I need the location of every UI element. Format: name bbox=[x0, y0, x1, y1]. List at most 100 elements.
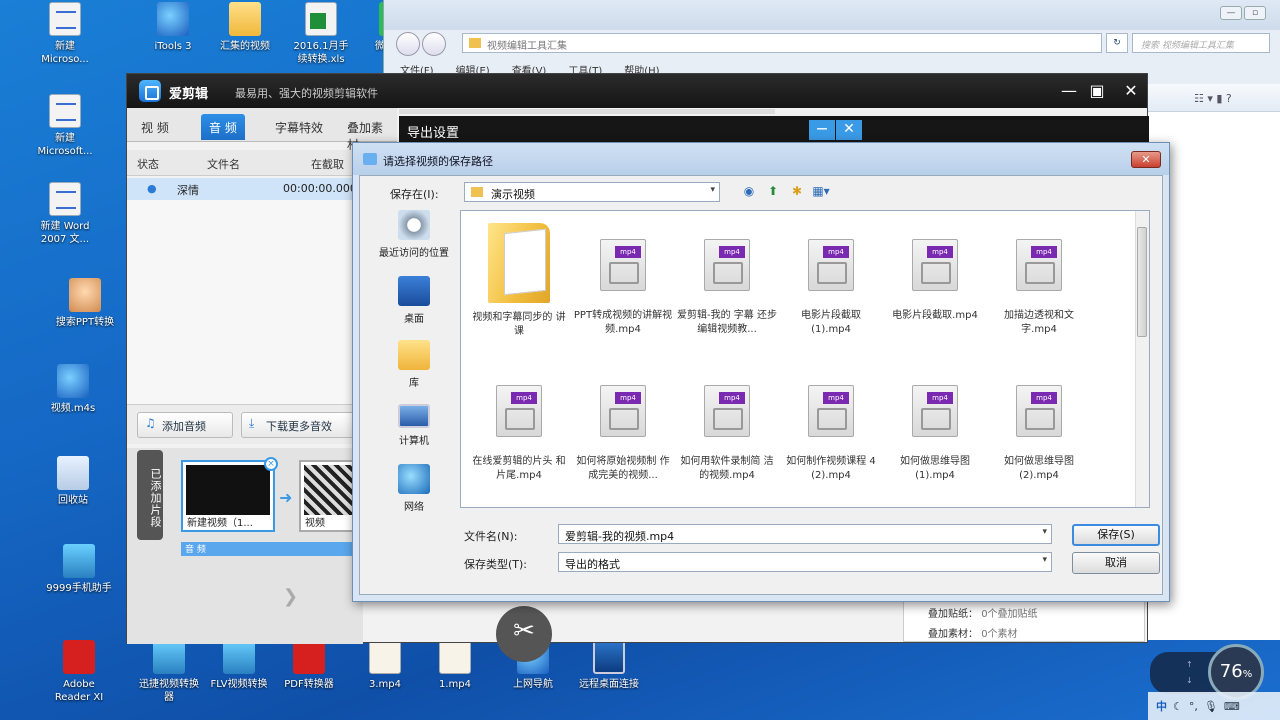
desktop-icon-label: 3.mp4 bbox=[369, 679, 401, 690]
library-icon bbox=[398, 340, 430, 370]
filetype-select[interactable]: 导出的格式 ▾ bbox=[558, 552, 1052, 572]
desktop-icon-item[interactable]: 汇集的视频 bbox=[212, 0, 278, 76]
scrollbar[interactable] bbox=[1135, 211, 1149, 507]
desktop-icon-label: 新建 Microso... bbox=[41, 41, 89, 65]
audio-table-header: 状态 文件名 在截取 bbox=[127, 150, 363, 176]
export-minimize-button[interactable]: — bbox=[809, 120, 835, 140]
desktop-icon-item[interactable]: 1.mp4 bbox=[422, 638, 488, 714]
ime-icon[interactable]: 中 bbox=[1156, 698, 1167, 714]
desktop-icon-item[interactable]: 迅捷视频转换器 bbox=[136, 638, 202, 714]
desktop-icon-item[interactable]: 新建 Microso... bbox=[32, 0, 98, 76]
desktop-icon-item[interactable]: iTools 3 bbox=[140, 0, 206, 76]
video-file-icon bbox=[912, 385, 958, 437]
file-item[interactable]: 电影片段截取 (1).mp4 bbox=[779, 215, 883, 365]
desktop-icon-item[interactable]: 新建 Word 2007 文... bbox=[32, 180, 98, 256]
clip-delete-icon[interactable]: × bbox=[264, 457, 278, 471]
filename-input[interactable]: 爱剪辑-我的视频.mp4 ▾ bbox=[558, 524, 1052, 544]
back-icon[interactable]: ◉ bbox=[740, 182, 758, 200]
desktop-icon-item[interactable]: PDF转换器 bbox=[276, 638, 342, 714]
desktop-icon-item[interactable]: 回收站 bbox=[40, 454, 106, 530]
desktop-icon-label: 搜索PPT转换 bbox=[55, 317, 115, 328]
desktop-icon-item[interactable]: FLV视频转换 bbox=[206, 638, 272, 714]
download-effects-label: 下载更多音效 bbox=[266, 420, 332, 433]
desktop-icon-label: 2016.1月手 续转换.xls bbox=[293, 41, 349, 65]
file-item[interactable]: 如何制作视频课程 4 (2).mp4 bbox=[779, 361, 883, 511]
tab-overlay[interactable]: 叠加素材 bbox=[339, 114, 397, 152]
desktop-icon-item[interactable]: 搜索PPT转换 bbox=[52, 276, 118, 352]
punctuation-icon[interactable]: °, bbox=[1189, 700, 1198, 713]
network-icon bbox=[398, 464, 430, 494]
desktop-icon-item[interactable]: 远程桌面连接 bbox=[576, 638, 642, 714]
desktop-icon-item[interactable]: 2016.1月手 续转换.xls bbox=[288, 0, 354, 76]
file-name: 电影片段截取 (1).mp4 bbox=[801, 310, 861, 335]
added-clips-tab[interactable]: 已添加片段 bbox=[137, 450, 163, 540]
address-bar[interactable]: 视频编辑工具汇集 bbox=[462, 33, 1102, 53]
file-item[interactable]: 在线爱剪辑的片头 和片尾.mp4 bbox=[467, 361, 571, 511]
file-item[interactable]: PPT转成视频的讲解视频.mp4 bbox=[571, 215, 675, 365]
minimize-icon[interactable]: — bbox=[1057, 81, 1081, 100]
scissors-icon[interactable]: ✂ bbox=[496, 606, 552, 662]
export-close-button[interactable]: ✕ bbox=[836, 120, 862, 140]
restore-icon[interactable]: ▣ bbox=[1085, 81, 1109, 100]
file-item[interactable]: 电影片段截取.mp4 bbox=[883, 215, 987, 365]
file-item[interactable]: 如何用软件录制简 洁的视频.mp4 bbox=[675, 361, 779, 511]
save-in-select[interactable]: 演示视频 ▾ bbox=[464, 182, 720, 202]
keyboard-icon[interactable]: ⌨ bbox=[1224, 700, 1240, 713]
save-dialog-close-button[interactable]: ✕ bbox=[1131, 151, 1161, 168]
chevron-down-icon: ▾ bbox=[710, 185, 715, 195]
explorer-maximize-button[interactable]: ▫ bbox=[1244, 6, 1266, 20]
folder-icon bbox=[229, 2, 261, 36]
back-button[interactable] bbox=[396, 32, 420, 56]
place-computer[interactable]: 计算机 bbox=[370, 404, 458, 447]
forward-button[interactable] bbox=[422, 32, 446, 56]
app-icon bbox=[223, 640, 255, 674]
up-folder-icon[interactable]: ⬆ bbox=[764, 182, 782, 200]
table-row[interactable]: ● 深情 00:00:00.000 bbox=[127, 178, 363, 200]
file-item[interactable]: 如何做思维导图 (1).mp4 bbox=[883, 361, 987, 511]
save-button[interactable]: 保存(S) bbox=[1072, 524, 1160, 546]
save-dialog-titlebar: 请选择视频的保存路径 ✕ bbox=[353, 143, 1169, 175]
desktop-icon-item[interactable]: 3.mp4 bbox=[352, 638, 418, 714]
view-menu-icon[interactable]: ▦▾ bbox=[812, 182, 830, 200]
place-library[interactable]: 库 bbox=[370, 340, 458, 389]
info-value: 0个素材 bbox=[981, 629, 1018, 640]
file-item[interactable]: 加描边透视和文字.mp4 bbox=[987, 215, 1091, 365]
save-dialog-body: 保存在(I): 演示视频 ▾ ◉ ⬆ ✱ ▦▾ 最近访问的位置 桌面 库 计算机… bbox=[359, 175, 1163, 595]
place-network[interactable]: 网络 bbox=[370, 464, 458, 513]
status-dot-icon: ● bbox=[147, 182, 157, 195]
file-name: 如何做思维导图 (1).mp4 bbox=[900, 456, 970, 481]
view-options-icon[interactable]: ☷ ▾ ▮ ? bbox=[1194, 92, 1232, 105]
desktop-icon-item[interactable]: 新建 Microsoft... bbox=[32, 92, 98, 168]
file-name: 电影片段截取.mp4 bbox=[892, 310, 978, 321]
tab-video[interactable]: 视 频 bbox=[133, 114, 177, 140]
moon-icon[interactable]: ☾ bbox=[1173, 700, 1183, 713]
cancel-button[interactable]: 取消 bbox=[1072, 552, 1160, 574]
microphone-icon[interactable]: 🎙 bbox=[1204, 700, 1218, 713]
desktop-icon-item[interactable]: 视频.m4s bbox=[40, 362, 106, 438]
scrollbar-thumb[interactable] bbox=[1137, 227, 1147, 337]
app-slogan: 最易用、强大的视频剪辑软件 bbox=[235, 87, 378, 100]
refresh-button[interactable]: ↻ bbox=[1106, 33, 1128, 53]
video-file-icon bbox=[912, 239, 958, 291]
place-desktop[interactable]: 桌面 bbox=[370, 276, 458, 325]
folder-item[interactable]: 视频和字幕同步的 讲课 bbox=[467, 215, 571, 365]
file-item[interactable]: 爱剪辑-我的 字幕 还步编辑视频教... bbox=[675, 215, 779, 365]
paper-icon bbox=[369, 640, 401, 674]
chevron-right-icon[interactable]: ❯ bbox=[283, 586, 298, 607]
audio-track-strip[interactable]: 音 频 bbox=[181, 542, 363, 556]
place-recent[interactable]: 最近访问的位置 bbox=[370, 210, 458, 259]
tab-subtitles[interactable]: 字幕特效 bbox=[267, 114, 331, 140]
tab-audio[interactable]: 音 频 bbox=[201, 114, 245, 140]
file-item[interactable]: 如何做思维导图 (2).mp4 bbox=[987, 361, 1091, 511]
desktop-icon-item[interactable]: 9999手机助手 bbox=[46, 542, 112, 618]
desktop-icon-item[interactable]: Adobe Reader XI bbox=[46, 638, 112, 714]
close-icon[interactable]: ✕ bbox=[1119, 81, 1143, 100]
save-dialog-title: 请选择视频的保存路径 bbox=[383, 155, 493, 168]
explorer-search-input[interactable]: 搜索 视频编辑工具汇集 bbox=[1132, 33, 1270, 53]
new-folder-icon[interactable]: ✱ bbox=[788, 182, 806, 200]
add-audio-button[interactable]: ♫ 添加音频 bbox=[137, 412, 233, 438]
explorer-minimize-button[interactable]: — bbox=[1220, 6, 1242, 20]
clip-1[interactable]: 新建视频（1... bbox=[181, 460, 275, 532]
download-effects-button[interactable]: ⤓ 下载更多音效 bbox=[241, 412, 357, 438]
file-item[interactable]: 如何将原始视频制 作成完美的视频... bbox=[571, 361, 675, 511]
